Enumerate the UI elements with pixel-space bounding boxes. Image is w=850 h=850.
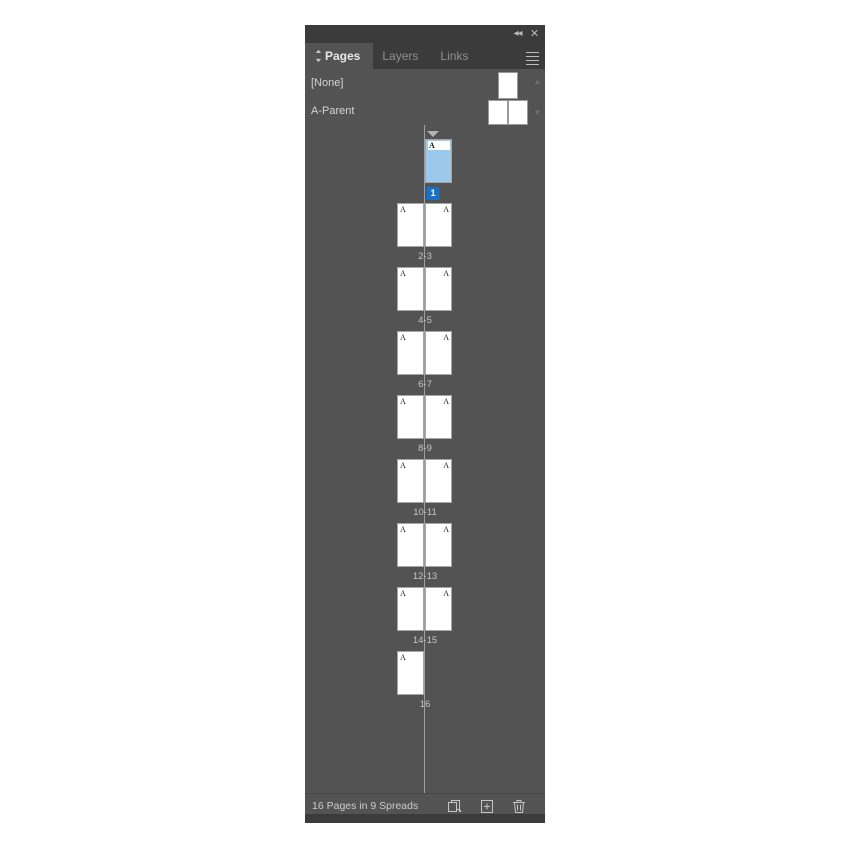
tab-pages-label: Pages xyxy=(325,49,361,63)
page-parent-tag: A xyxy=(400,589,406,598)
page-thumbnail[interactable]: A xyxy=(397,331,424,375)
page-thumbnail[interactable]: A xyxy=(397,651,424,695)
parent-page-thumbnail-none[interactable] xyxy=(498,72,518,99)
page-thumbnail[interactable]: A xyxy=(425,139,452,183)
parent-page-item-none[interactable]: [None] ▲ xyxy=(305,69,545,99)
parent-scroll-down-icon[interactable]: ▼ xyxy=(532,109,543,117)
tab-links[interactable]: Links xyxy=(431,43,481,69)
spread-label: 6-7 xyxy=(418,379,432,390)
page-thumbnail[interactable]: A xyxy=(397,459,424,503)
page-thumbnail[interactable]: A xyxy=(425,203,452,247)
page-parent-tag: A xyxy=(443,269,449,278)
page-thumbnail[interactable]: A xyxy=(425,267,452,311)
selected-spread-marker-icon xyxy=(427,131,439,137)
page-thumbnail[interactable]: A xyxy=(397,523,424,567)
page-parent-tag: A xyxy=(400,397,406,406)
page-thumbnail[interactable]: A xyxy=(425,459,452,503)
parent-page-item-a-parent[interactable]: A-Parent ▼ xyxy=(305,97,545,125)
spread-label: 8-9 xyxy=(418,443,432,454)
page-parent-tag: A xyxy=(400,653,406,662)
page-thumbnail[interactable]: A xyxy=(397,395,424,439)
statusbar-icons xyxy=(447,799,527,814)
page-parent-tag: A xyxy=(443,461,449,470)
spread-label: 10-11 xyxy=(413,507,437,518)
page-thumbnail[interactable]: A xyxy=(425,331,452,375)
spread-label: 14-15 xyxy=(412,635,438,646)
page-parent-tag: A xyxy=(443,525,449,534)
spread-label: 12-13 xyxy=(412,571,438,582)
collapse-panel-icon[interactable]: ◂◂ xyxy=(509,25,526,43)
page-parent-tag: A xyxy=(443,205,449,214)
close-panel-icon[interactable]: ✕ xyxy=(526,25,543,43)
document-pages-area[interactable]: A 1 A A 2-3 A A 4-5 A A 6-7 A A 8-9 A A 10-11 A A 12-13 A A 14… xyxy=(305,125,545,794)
hamburger-menu-icon[interactable] xyxy=(523,47,542,65)
page-parent-tag: A xyxy=(400,525,406,534)
spread-label: 2-3 xyxy=(418,251,432,262)
page-thumbnail[interactable]: A xyxy=(397,587,424,631)
page-thumbnail[interactable]: A xyxy=(425,587,452,631)
panel-bottom-strip xyxy=(305,814,545,823)
page-parent-tag: A xyxy=(443,333,449,342)
panel-tabstrip: ▲ ▼ Pages Layers Links xyxy=(305,43,545,69)
parent-pages-section: [None] ▲ A-Parent ▼ xyxy=(305,69,545,126)
spread-label: 4-5 xyxy=(418,315,432,326)
spread-label: 16 xyxy=(419,699,431,710)
parent-page-name: [None] xyxy=(311,77,344,89)
page-thumbnail[interactable]: A xyxy=(397,203,424,247)
tab-pages[interactable]: ▲ ▼ Pages xyxy=(305,43,374,69)
pages-panel: ◂◂ ✕ ▲ ▼ Pages Layers Links [None] ▲ A-Pa… xyxy=(305,25,545,823)
tab-drag-handle-icon: ▲ ▼ xyxy=(314,48,323,64)
page-parent-tag: A xyxy=(400,333,406,342)
page-parent-tag: A xyxy=(428,141,450,150)
new-page-icon[interactable] xyxy=(479,799,495,814)
tab-layers[interactable]: Layers xyxy=(373,43,431,69)
page-parent-tag: A xyxy=(400,461,406,470)
tab-layers-label: Layers xyxy=(382,49,419,63)
page-parent-tag: A xyxy=(443,397,449,406)
tab-links-label: Links xyxy=(440,49,469,63)
page-parent-tag: A xyxy=(400,205,406,214)
edit-page-size-icon[interactable] xyxy=(447,799,463,814)
page-thumbnail[interactable]: A xyxy=(425,523,452,567)
page-thumbnail[interactable]: A xyxy=(425,395,452,439)
parent-page-thumbnail-a-parent[interactable] xyxy=(488,100,528,125)
page-parent-tag: A xyxy=(400,269,406,278)
page-thumbnail[interactable]: A xyxy=(397,267,424,311)
parent-page-name: A-Parent xyxy=(311,105,355,117)
parent-scroll-up-icon[interactable]: ▲ xyxy=(532,78,543,86)
delete-page-icon[interactable] xyxy=(511,799,527,814)
spread-label: 1 xyxy=(426,187,440,200)
panel-titlebar: ◂◂ ✕ xyxy=(305,25,545,43)
page-parent-tag: A xyxy=(443,589,449,598)
